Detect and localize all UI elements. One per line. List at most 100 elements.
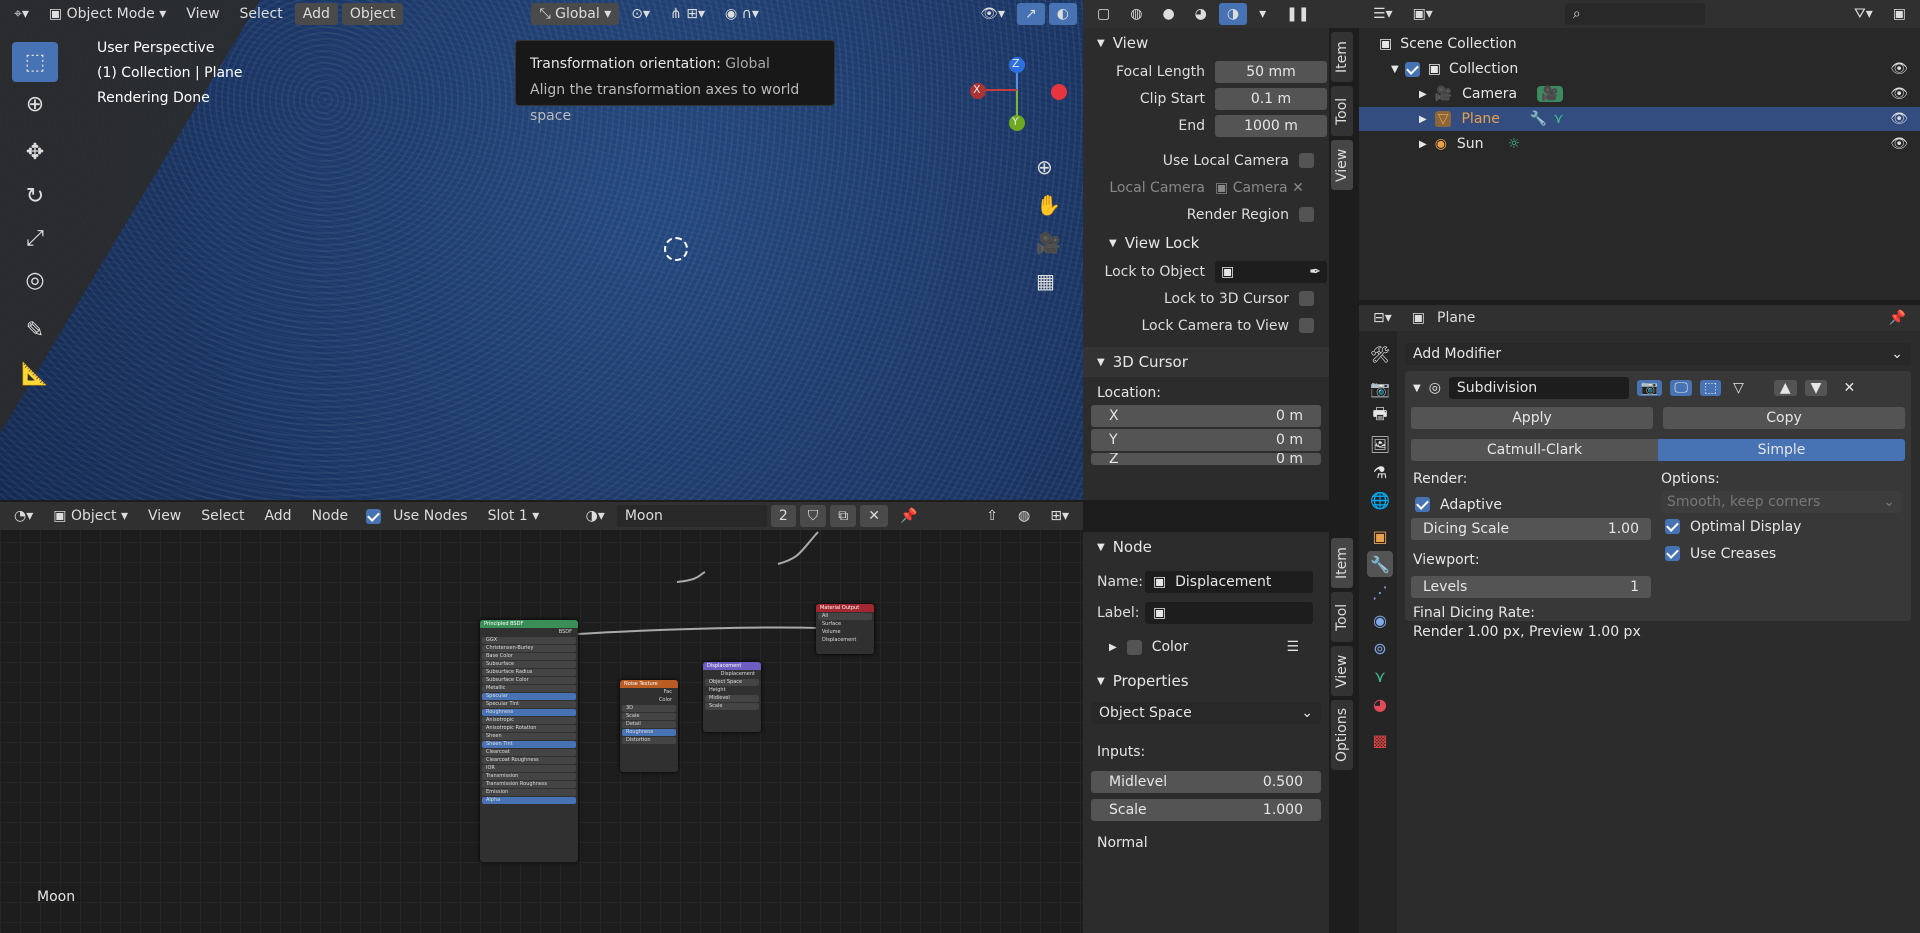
clip-end-field[interactable]: 1000 m (1215, 114, 1327, 137)
adaptive-checkbox[interactable] (1415, 497, 1430, 512)
mesh-data-icon[interactable]: ⋎ (1553, 111, 1563, 127)
node-panel-header[interactable]: ▼ Node (1083, 532, 1329, 562)
view-lock-header[interactable]: ▼ View Lock (1083, 228, 1329, 258)
node-noise-texture[interactable]: Noise Texture Fac Color 3D Scale Detail … (620, 680, 678, 772)
outliner-row-sun[interactable]: ▶ ◉ Sun ☼ 👁 (1359, 132, 1920, 156)
visibility-eye-icon[interactable]: 👁 (1890, 61, 1908, 77)
node-principled-bsdf[interactable]: Principled BSDF BSDF GGX Christensen-Bur… (480, 620, 578, 862)
scale-tool[interactable]: ⤢ (12, 218, 58, 258)
render-toggle-icon[interactable]: 📷 (1636, 380, 1663, 396)
select-box-tool[interactable]: ⬚ (12, 42, 58, 82)
3d-cursor-header[interactable]: ▼ 3D Cursor (1083, 347, 1329, 377)
properties-editor-icon[interactable]: ⊟▾ (1365, 307, 1400, 329)
use-local-camera-checkbox[interactable] (1299, 153, 1314, 168)
xray-icon[interactable]: ▢ (1089, 3, 1118, 25)
lock-object-field[interactable]: ▣ ✒ (1215, 260, 1327, 283)
proportional-icon[interactable]: ◉ ∩▾ (717, 3, 767, 25)
pin-icon[interactable]: 📌 (1881, 307, 1914, 329)
rendered-shading-icon[interactable]: ◑ (1218, 3, 1248, 25)
ortho-grid-icon[interactable]: ▦ (1036, 262, 1061, 300)
focal-length-field[interactable]: 50 mm (1215, 60, 1327, 83)
node-tab-view[interactable]: View (1331, 646, 1353, 696)
filter-icon[interactable]: ⛛▾ (1846, 3, 1881, 25)
mode-dropdown[interactable]: ▣ Object Mode ▾ (41, 3, 174, 25)
view-panel-header[interactable]: ▼ View (1083, 28, 1329, 58)
color-checkbox[interactable] (1126, 639, 1142, 655)
modifier-wrench-icon[interactable]: 🔧 (1530, 111, 1547, 127)
snap-icon[interactable]: ⋔ ⊞▾ (662, 3, 713, 25)
render-tab-icon[interactable]: 📷 (1367, 375, 1393, 401)
texture-tab-icon[interactable]: ▩ (1367, 727, 1393, 753)
use-creases-checkbox[interactable] (1665, 546, 1680, 561)
node-name-field[interactable]: ▣ Displacement (1145, 570, 1313, 593)
space-dropdown[interactable]: Object Space ⌄ (1091, 702, 1321, 724)
view-layer-tab-icon[interactable]: 🖼 (1367, 431, 1393, 457)
visibility-eye-icon[interactable]: 👁 (1890, 86, 1908, 102)
node-displacement[interactable]: Displacement Displacement Object Space H… (703, 662, 761, 732)
outliner-search-input[interactable]: ⌕ (1564, 3, 1705, 25)
tab-item[interactable]: Item (1331, 32, 1353, 82)
copy-button[interactable]: Copy (1663, 407, 1905, 429)
material-tab-icon[interactable]: ◕ (1367, 691, 1393, 717)
sun-data-icon[interactable]: ☼ (1508, 136, 1521, 152)
lock-camera-checkbox[interactable] (1299, 318, 1314, 333)
catmull-clark-button[interactable]: Catmull-Clark (1411, 439, 1658, 461)
visibility-eye-icon[interactable]: 👁 (1890, 136, 1908, 152)
cursor-y-field[interactable]: Y 0 m (1091, 429, 1321, 451)
tab-tool[interactable]: Tool (1331, 86, 1353, 136)
viewport-toggle-icon[interactable]: 🖵 (1670, 380, 1692, 396)
scene-tab-icon[interactable]: ⚗ (1367, 459, 1393, 485)
local-camera-field[interactable]: ▣ Camera ✕ (1215, 180, 1304, 196)
annotate-tool[interactable]: ✎ (12, 310, 58, 350)
node-material-output[interactable]: Material Output All Surface Volume Displ… (816, 604, 874, 654)
visibility-icon[interactable]: 👁▾ (972, 3, 1013, 25)
dicing-scale-field[interactable]: Dicing Scale 1.00 (1411, 518, 1651, 540)
world-tab-icon[interactable]: 🌐 (1367, 487, 1393, 513)
node-tab-options[interactable]: Options (1331, 700, 1353, 770)
tool-tab-icon[interactable]: 🛠 (1367, 341, 1393, 367)
modifier-name-field[interactable]: Subdivision (1448, 377, 1629, 399)
render-region-checkbox[interactable] (1299, 207, 1314, 222)
data-tab-icon[interactable]: ⋎ (1367, 663, 1393, 689)
menu-add[interactable]: Add (294, 3, 338, 25)
list-icon[interactable]: ☰ (1286, 639, 1299, 655)
display-mode-icon[interactable]: ▣▾ (1405, 3, 1441, 25)
cursor-x-field[interactable]: X 0 m (1091, 405, 1321, 427)
3d-viewport[interactable]: ⌖▾ ▣ Object Mode ▾ View Select Add Objec… (0, 0, 1083, 500)
zoom-icon[interactable]: ⊕ (1036, 148, 1061, 186)
rotate-tool[interactable]: ↻ (12, 176, 58, 216)
clip-start-field[interactable]: 0.1 m (1215, 87, 1327, 110)
outliner-row-scene[interactable]: ▣ Scene Collection (1359, 32, 1920, 56)
visibility-eye-icon[interactable]: 👁 (1890, 111, 1908, 127)
orientation-dropdown[interactable]: ⤡ Global ▾ (531, 3, 620, 25)
properties-panel-header[interactable]: ▼ Properties (1083, 666, 1329, 696)
pivot-icon[interactable]: ⊙▾ (623, 3, 658, 25)
outliner-row-collection[interactable]: ▼ ▣ Collection 👁 (1359, 57, 1920, 81)
camera-view-icon[interactable]: 🎥 (1036, 224, 1061, 262)
new-collection-icon[interactable]: ▣ (1885, 3, 1914, 25)
cursor-tool[interactable]: ⊕ (12, 84, 58, 124)
constraints-tab-icon[interactable]: ⊚ (1367, 635, 1393, 661)
output-tab-icon[interactable]: 🖶 (1367, 403, 1393, 429)
outliner-row-plane[interactable]: ▶ ▽ Plane 🔧 ⋎ 👁 (1359, 107, 1920, 131)
node-label-field[interactable]: ▣ (1145, 601, 1313, 624)
uv-smooth-dropdown[interactable]: Smooth, keep corners ⌄ (1661, 491, 1901, 513)
optimal-display-checkbox[interactable] (1665, 519, 1680, 534)
solid-shading-icon[interactable]: ● (1154, 3, 1182, 25)
menu-select[interactable]: Select (232, 3, 291, 25)
midlevel-field[interactable]: Midlevel 0.500 (1091, 771, 1321, 793)
object-tab-icon[interactable]: ▣ (1367, 523, 1393, 549)
lock-cursor-checkbox[interactable] (1299, 291, 1314, 306)
move-up-icon[interactable]: ▲ (1773, 380, 1797, 396)
editor-type-button[interactable]: ⌖▾ (6, 3, 37, 25)
axis-gizmo[interactable]: Z X Y (960, 55, 1070, 135)
remove-modifier-icon[interactable]: ✕ (1843, 380, 1855, 396)
tab-view[interactable]: View (1331, 140, 1353, 190)
outliner-row-camera[interactable]: ▶ 🎥 Camera 🎥 👁 (1359, 82, 1920, 106)
node-tab-item[interactable]: Item (1331, 538, 1353, 588)
particles-tab-icon[interactable]: ⋰ (1367, 579, 1393, 605)
menu-object[interactable]: Object (341, 3, 404, 25)
camera-data-icon[interactable]: 🎥 (1537, 86, 1563, 102)
measure-tool[interactable]: 📐 (12, 354, 58, 394)
simple-button[interactable]: Simple (1658, 439, 1905, 461)
